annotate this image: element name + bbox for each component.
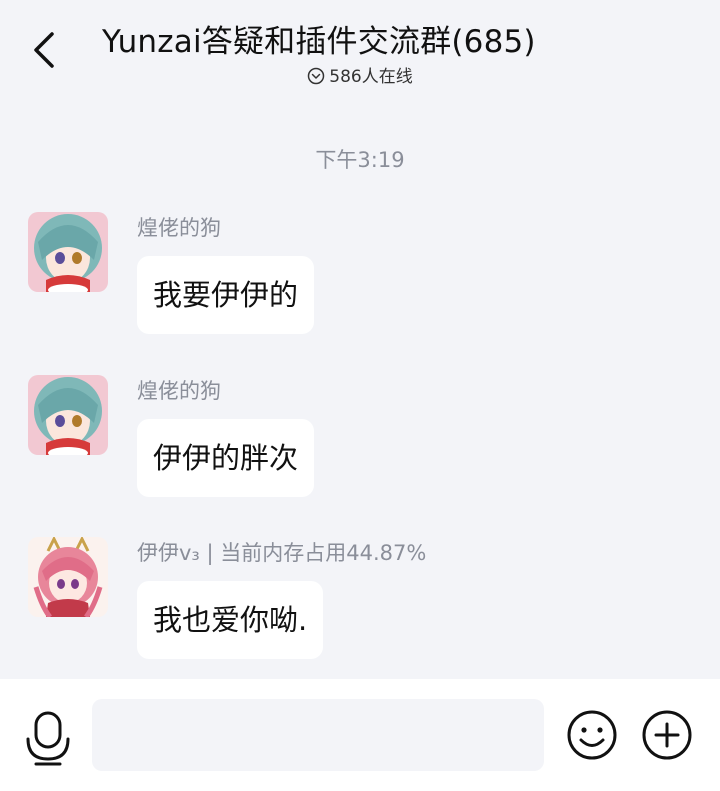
microphone-icon: [26, 711, 70, 766]
message-list[interactable]: 下午3:19 煌佬的狗 我要伊伊的 煌佬的狗 伊伊的胖次 伊伊v₃ | 当前内存…: [0, 100, 720, 679]
avatar-anime-icon: [28, 212, 108, 292]
input-bar: [0, 679, 720, 791]
sender-name[interactable]: 煌佬的狗: [137, 375, 221, 405]
message-input[interactable]: [92, 699, 544, 771]
message-bubble[interactable]: 伊伊的胖次: [137, 419, 315, 497]
chevron-down-circle-icon: [308, 67, 325, 85]
avatar[interactable]: [28, 375, 108, 455]
sender-name[interactable]: 煌佬的狗: [137, 212, 221, 242]
emoji-button[interactable]: [566, 709, 618, 761]
group-title[interactable]: Yunzai答疑和插件交流群(685): [102, 16, 536, 61]
online-count[interactable]: 586人在线: [0, 62, 720, 87]
message-bubble[interactable]: 我要伊伊的: [137, 256, 315, 334]
avatar[interactable]: [28, 212, 108, 292]
avatar-anime-icon: [28, 537, 108, 617]
message-bubble[interactable]: 我也爱你呦.: [137, 581, 324, 659]
sender-name[interactable]: 伊伊v₃ | 当前内存占用44.87%: [137, 537, 426, 567]
message-timestamp: 下午3:19: [315, 148, 405, 172]
smiley-icon: [567, 710, 617, 760]
avatar[interactable]: [28, 537, 108, 617]
more-button[interactable]: [641, 709, 693, 761]
avatar-anime-icon: [28, 375, 108, 455]
plus-circle-icon: [642, 710, 692, 760]
voice-button[interactable]: [24, 709, 72, 767]
chat-header: Yunzai答疑和插件交流群(685) 586人在线: [0, 0, 720, 100]
online-count-label: 586人在线: [329, 67, 413, 87]
